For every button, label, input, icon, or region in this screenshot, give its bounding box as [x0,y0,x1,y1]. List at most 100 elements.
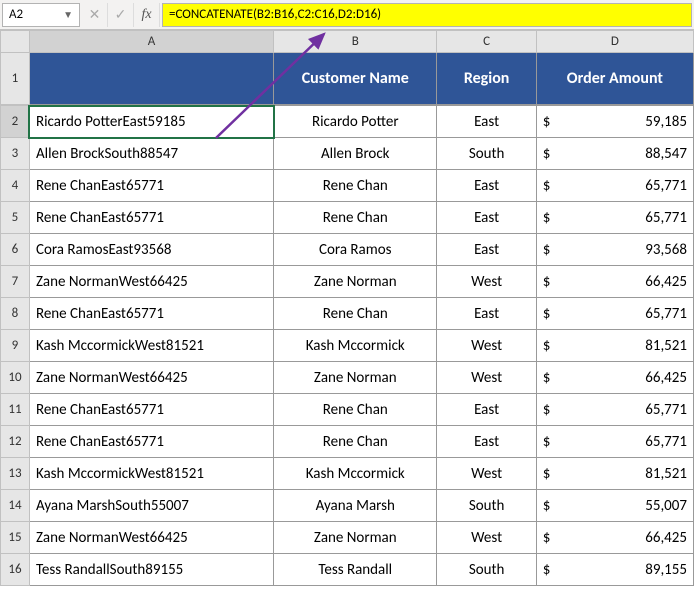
cell-concat[interactable]: Rene ChanEast65771 [29,426,273,458]
row-header[interactable]: 16 [1,554,30,586]
row-header[interactable]: 10 [1,362,30,394]
dollar-sign: $ [543,497,551,515]
cell-amount[interactable]: $66,425 [536,266,693,298]
column-header-c[interactable]: C [437,31,536,53]
cell-customer[interactable]: Zane Norman [274,266,437,298]
row-header[interactable]: 5 [1,202,30,234]
cell-concat[interactable]: Rene ChanEast65771 [29,170,273,202]
cell-customer[interactable]: Rene Chan [274,426,437,458]
select-all-corner[interactable] [1,31,30,53]
table-row: 2Ricardo PotterEast59185Ricardo PotterEa… [1,106,694,138]
cell-concat[interactable]: Cora RamosEast93568 [29,234,273,266]
cell-concat[interactable]: Tess RandallSouth89155 [29,554,273,586]
row-header-1[interactable]: 1 [1,53,30,105]
row-header[interactable]: 9 [1,330,30,362]
cell-region[interactable]: South [437,554,536,586]
formula-text: =CONCATENATE(B2:B16,C2:C16,D2:D16) [169,7,381,22]
cell-concat[interactable]: Rene ChanEast65771 [29,202,273,234]
cell-concat[interactable]: Kash MccormickWest81521 [29,458,273,490]
cell-customer[interactable]: Rene Chan [274,170,437,202]
cell-region[interactable]: West [437,522,536,554]
header-cell-d[interactable]: Order Amount [536,53,693,105]
name-box[interactable]: A2 ▼ [2,3,80,27]
row-header[interactable]: 11 [1,394,30,426]
cell-concat[interactable]: Zane NormanWest66425 [29,266,273,298]
dollar-sign: $ [543,145,551,163]
cell-region[interactable]: East [437,106,536,138]
formula-input[interactable]: =CONCATENATE(B2:B16,C2:C16,D2:D16) [162,3,692,27]
header-cell-b[interactable]: Customer Name [274,53,437,105]
cell-concat[interactable]: Zane NormanWest66425 [29,522,273,554]
cell-amount[interactable]: $66,425 [536,362,693,394]
cell-region[interactable]: South [437,490,536,522]
cell-customer[interactable]: Rene Chan [274,394,437,426]
confirm-icon[interactable]: ✓ [108,3,134,27]
formula-bar: A2 ▼ ✕ ✓ fx =CONCATENATE(B2:B16,C2:C16,D… [0,0,694,30]
cell-customer[interactable]: Zane Norman [274,522,437,554]
cell-concat[interactable]: Ayana MarshSouth55007 [29,490,273,522]
cell-concat[interactable]: Zane NormanWest66425 [29,362,273,394]
cell-customer[interactable]: Tess Randall [274,554,437,586]
chevron-down-icon[interactable]: ▼ [63,8,73,21]
cell-amount[interactable]: $81,521 [536,330,693,362]
cell-concat[interactable]: Rene ChanEast65771 [29,394,273,426]
cell-concat[interactable]: Rene ChanEast65771 [29,298,273,330]
row-header[interactable]: 13 [1,458,30,490]
cell-amount[interactable]: $66,425 [536,522,693,554]
cell-amount[interactable]: $65,771 [536,170,693,202]
column-header-a[interactable]: A [29,31,273,53]
table-row: 10Zane NormanWest66425Zane NormanWest$66… [1,362,694,394]
row-header[interactable]: 12 [1,426,30,458]
dollar-sign: $ [543,369,551,387]
cell-amount[interactable]: $65,771 [536,298,693,330]
cell-customer[interactable]: Kash Mccormick [274,458,437,490]
row-header[interactable]: 14 [1,490,30,522]
cell-region[interactable]: West [437,330,536,362]
spreadsheet-grid: A B C D 1 Customer Name Region Order Amo… [0,30,694,586]
cell-amount[interactable]: $93,568 [536,234,693,266]
cell-concat[interactable]: Kash MccormickWest81521 [29,330,273,362]
header-cell-c[interactable]: Region [437,53,536,105]
row-header[interactable]: 6 [1,234,30,266]
cell-region[interactable]: South [437,138,536,170]
cell-amount[interactable]: $65,771 [536,394,693,426]
dollar-sign: $ [543,273,551,291]
cell-customer[interactable]: Cora Ramos [274,234,437,266]
cell-amount[interactable]: $59,185 [536,106,693,138]
cell-customer[interactable]: Zane Norman [274,362,437,394]
fx-button[interactable]: fx [134,3,160,27]
cell-region[interactable]: West [437,458,536,490]
cell-concat[interactable]: Allen BrockSouth88547 [29,138,273,170]
cell-customer[interactable]: Ayana Marsh [274,490,437,522]
cell-customer[interactable]: Rene Chan [274,202,437,234]
cell-amount[interactable]: $65,771 [536,202,693,234]
cell-amount[interactable]: $55,007 [536,490,693,522]
cell-customer[interactable]: Kash Mccormick [274,330,437,362]
row-header[interactable]: 7 [1,266,30,298]
cell-amount[interactable]: $81,521 [536,458,693,490]
cell-amount[interactable]: $65,771 [536,426,693,458]
header-cell-a[interactable] [29,53,273,105]
cell-region[interactable]: East [437,298,536,330]
cell-region[interactable]: East [437,170,536,202]
cell-region[interactable]: East [437,394,536,426]
cell-customer[interactable]: Allen Brock [274,138,437,170]
row-header[interactable]: 2 [1,106,30,138]
cell-region[interactable]: West [437,266,536,298]
row-header[interactable]: 8 [1,298,30,330]
column-header-d[interactable]: D [536,31,693,53]
cell-amount[interactable]: $88,547 [536,138,693,170]
cell-region[interactable]: East [437,234,536,266]
cell-region[interactable]: East [437,426,536,458]
cell-region[interactable]: West [437,362,536,394]
row-header[interactable]: 15 [1,522,30,554]
cancel-icon[interactable]: ✕ [82,3,108,27]
cell-amount[interactable]: $89,155 [536,554,693,586]
row-header[interactable]: 3 [1,138,30,170]
cell-region[interactable]: East [437,202,536,234]
row-header[interactable]: 4 [1,170,30,202]
column-header-b[interactable]: B [274,31,437,53]
cell-concat[interactable]: Ricardo PotterEast59185 [29,106,273,138]
cell-customer[interactable]: Rene Chan [274,298,437,330]
cell-customer[interactable]: Ricardo Potter [274,106,437,138]
